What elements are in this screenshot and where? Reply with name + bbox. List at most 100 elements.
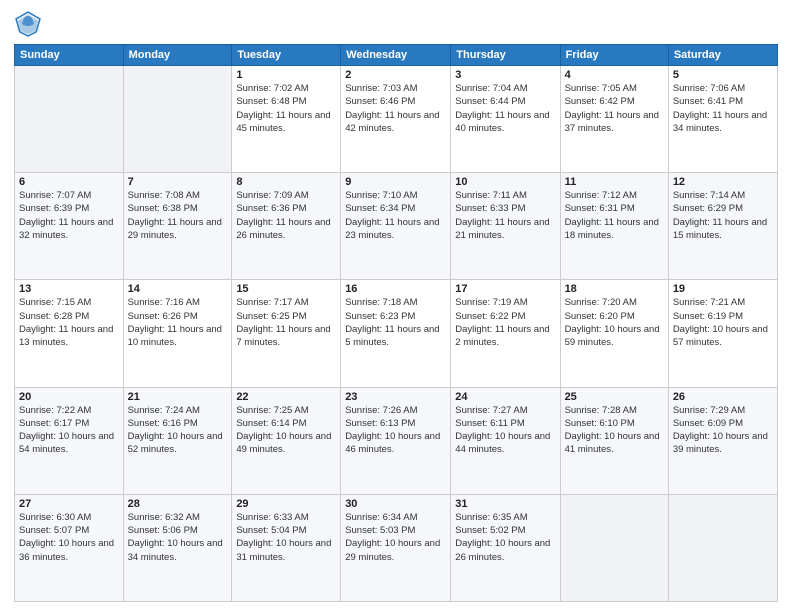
day-number: 11 (565, 176, 664, 188)
day-number: 15 (236, 283, 336, 295)
calendar-cell (560, 494, 668, 601)
day-info: Sunrise: 7:15 AM Sunset: 6:28 PM Dayligh… (19, 296, 119, 349)
day-info: Sunrise: 7:03 AM Sunset: 6:46 PM Dayligh… (345, 82, 446, 135)
calendar-cell: 30Sunrise: 6:34 AM Sunset: 5:03 PM Dayli… (341, 494, 451, 601)
day-number: 25 (565, 391, 664, 403)
calendar-cell: 26Sunrise: 7:29 AM Sunset: 6:09 PM Dayli… (668, 387, 777, 494)
day-info: Sunrise: 7:22 AM Sunset: 6:17 PM Dayligh… (19, 404, 119, 457)
calendar-cell (668, 494, 777, 601)
calendar-cell: 12Sunrise: 7:14 AM Sunset: 6:29 PM Dayli… (668, 173, 777, 280)
calendar-week-2: 6Sunrise: 7:07 AM Sunset: 6:39 PM Daylig… (15, 173, 778, 280)
day-info: Sunrise: 7:05 AM Sunset: 6:42 PM Dayligh… (565, 82, 664, 135)
calendar-cell: 10Sunrise: 7:11 AM Sunset: 6:33 PM Dayli… (451, 173, 560, 280)
logo-icon (14, 10, 42, 38)
day-info: Sunrise: 7:09 AM Sunset: 6:36 PM Dayligh… (236, 189, 336, 242)
calendar-cell (123, 66, 232, 173)
calendar-cell: 1Sunrise: 7:02 AM Sunset: 6:48 PM Daylig… (232, 66, 341, 173)
weekday-header-monday: Monday (123, 45, 232, 66)
day-info: Sunrise: 7:02 AM Sunset: 6:48 PM Dayligh… (236, 82, 336, 135)
calendar-cell: 15Sunrise: 7:17 AM Sunset: 6:25 PM Dayli… (232, 280, 341, 387)
day-number: 6 (19, 176, 119, 188)
weekday-header-tuesday: Tuesday (232, 45, 341, 66)
day-number: 20 (19, 391, 119, 403)
calendar-cell: 25Sunrise: 7:28 AM Sunset: 6:10 PM Dayli… (560, 387, 668, 494)
calendar-cell: 21Sunrise: 7:24 AM Sunset: 6:16 PM Dayli… (123, 387, 232, 494)
calendar-cell: 28Sunrise: 6:32 AM Sunset: 5:06 PM Dayli… (123, 494, 232, 601)
day-info: Sunrise: 7:29 AM Sunset: 6:09 PM Dayligh… (673, 404, 773, 457)
day-number: 21 (128, 391, 228, 403)
day-number: 10 (455, 176, 555, 188)
logo (14, 10, 46, 38)
day-number: 26 (673, 391, 773, 403)
day-number: 14 (128, 283, 228, 295)
day-info: Sunrise: 7:19 AM Sunset: 6:22 PM Dayligh… (455, 296, 555, 349)
day-number: 12 (673, 176, 773, 188)
day-info: Sunrise: 6:30 AM Sunset: 5:07 PM Dayligh… (19, 511, 119, 564)
day-number: 24 (455, 391, 555, 403)
day-info: Sunrise: 7:07 AM Sunset: 6:39 PM Dayligh… (19, 189, 119, 242)
day-info: Sunrise: 7:14 AM Sunset: 6:29 PM Dayligh… (673, 189, 773, 242)
calendar-week-5: 27Sunrise: 6:30 AM Sunset: 5:07 PM Dayli… (15, 494, 778, 601)
day-number: 18 (565, 283, 664, 295)
calendar-cell (15, 66, 124, 173)
day-number: 4 (565, 69, 664, 81)
day-info: Sunrise: 7:18 AM Sunset: 6:23 PM Dayligh… (345, 296, 446, 349)
day-number: 29 (236, 498, 336, 510)
day-info: Sunrise: 7:20 AM Sunset: 6:20 PM Dayligh… (565, 296, 664, 349)
calendar-cell: 16Sunrise: 7:18 AM Sunset: 6:23 PM Dayli… (341, 280, 451, 387)
day-info: Sunrise: 6:35 AM Sunset: 5:02 PM Dayligh… (455, 511, 555, 564)
weekday-header-sunday: Sunday (15, 45, 124, 66)
day-info: Sunrise: 7:26 AM Sunset: 6:13 PM Dayligh… (345, 404, 446, 457)
calendar-cell: 5Sunrise: 7:06 AM Sunset: 6:41 PM Daylig… (668, 66, 777, 173)
calendar-cell: 8Sunrise: 7:09 AM Sunset: 6:36 PM Daylig… (232, 173, 341, 280)
calendar-cell: 4Sunrise: 7:05 AM Sunset: 6:42 PM Daylig… (560, 66, 668, 173)
calendar-cell: 9Sunrise: 7:10 AM Sunset: 6:34 PM Daylig… (341, 173, 451, 280)
day-info: Sunrise: 7:25 AM Sunset: 6:14 PM Dayligh… (236, 404, 336, 457)
day-info: Sunrise: 7:06 AM Sunset: 6:41 PM Dayligh… (673, 82, 773, 135)
day-number: 22 (236, 391, 336, 403)
calendar-cell: 17Sunrise: 7:19 AM Sunset: 6:22 PM Dayli… (451, 280, 560, 387)
weekday-header-wednesday: Wednesday (341, 45, 451, 66)
calendar-cell: 14Sunrise: 7:16 AM Sunset: 6:26 PM Dayli… (123, 280, 232, 387)
calendar-week-1: 1Sunrise: 7:02 AM Sunset: 6:48 PM Daylig… (15, 66, 778, 173)
day-info: Sunrise: 7:28 AM Sunset: 6:10 PM Dayligh… (565, 404, 664, 457)
day-number: 16 (345, 283, 446, 295)
day-info: Sunrise: 7:11 AM Sunset: 6:33 PM Dayligh… (455, 189, 555, 242)
calendar-cell: 3Sunrise: 7:04 AM Sunset: 6:44 PM Daylig… (451, 66, 560, 173)
day-number: 13 (19, 283, 119, 295)
day-info: Sunrise: 7:12 AM Sunset: 6:31 PM Dayligh… (565, 189, 664, 242)
day-number: 27 (19, 498, 119, 510)
day-number: 7 (128, 176, 228, 188)
calendar-cell: 2Sunrise: 7:03 AM Sunset: 6:46 PM Daylig… (341, 66, 451, 173)
day-info: Sunrise: 7:27 AM Sunset: 6:11 PM Dayligh… (455, 404, 555, 457)
day-info: Sunrise: 7:16 AM Sunset: 6:26 PM Dayligh… (128, 296, 228, 349)
day-info: Sunrise: 7:04 AM Sunset: 6:44 PM Dayligh… (455, 82, 555, 135)
day-info: Sunrise: 7:21 AM Sunset: 6:19 PM Dayligh… (673, 296, 773, 349)
calendar-cell: 23Sunrise: 7:26 AM Sunset: 6:13 PM Dayli… (341, 387, 451, 494)
day-info: Sunrise: 7:08 AM Sunset: 6:38 PM Dayligh… (128, 189, 228, 242)
calendar-cell: 7Sunrise: 7:08 AM Sunset: 6:38 PM Daylig… (123, 173, 232, 280)
calendar-cell: 6Sunrise: 7:07 AM Sunset: 6:39 PM Daylig… (15, 173, 124, 280)
day-number: 31 (455, 498, 555, 510)
day-info: Sunrise: 6:34 AM Sunset: 5:03 PM Dayligh… (345, 511, 446, 564)
day-number: 28 (128, 498, 228, 510)
day-number: 3 (455, 69, 555, 81)
calendar-cell: 22Sunrise: 7:25 AM Sunset: 6:14 PM Dayli… (232, 387, 341, 494)
day-number: 19 (673, 283, 773, 295)
day-info: Sunrise: 7:17 AM Sunset: 6:25 PM Dayligh… (236, 296, 336, 349)
calendar-table: SundayMondayTuesdayWednesdayThursdayFrid… (14, 44, 778, 602)
day-number: 17 (455, 283, 555, 295)
day-info: Sunrise: 6:33 AM Sunset: 5:04 PM Dayligh… (236, 511, 336, 564)
day-number: 5 (673, 69, 773, 81)
day-number: 1 (236, 69, 336, 81)
day-number: 23 (345, 391, 446, 403)
calendar-week-4: 20Sunrise: 7:22 AM Sunset: 6:17 PM Dayli… (15, 387, 778, 494)
calendar-cell: 31Sunrise: 6:35 AM Sunset: 5:02 PM Dayli… (451, 494, 560, 601)
weekday-header-friday: Friday (560, 45, 668, 66)
calendar-cell: 20Sunrise: 7:22 AM Sunset: 6:17 PM Dayli… (15, 387, 124, 494)
calendar-cell: 18Sunrise: 7:20 AM Sunset: 6:20 PM Dayli… (560, 280, 668, 387)
day-number: 9 (345, 176, 446, 188)
calendar-cell: 29Sunrise: 6:33 AM Sunset: 5:04 PM Dayli… (232, 494, 341, 601)
calendar-cell: 24Sunrise: 7:27 AM Sunset: 6:11 PM Dayli… (451, 387, 560, 494)
day-number: 30 (345, 498, 446, 510)
